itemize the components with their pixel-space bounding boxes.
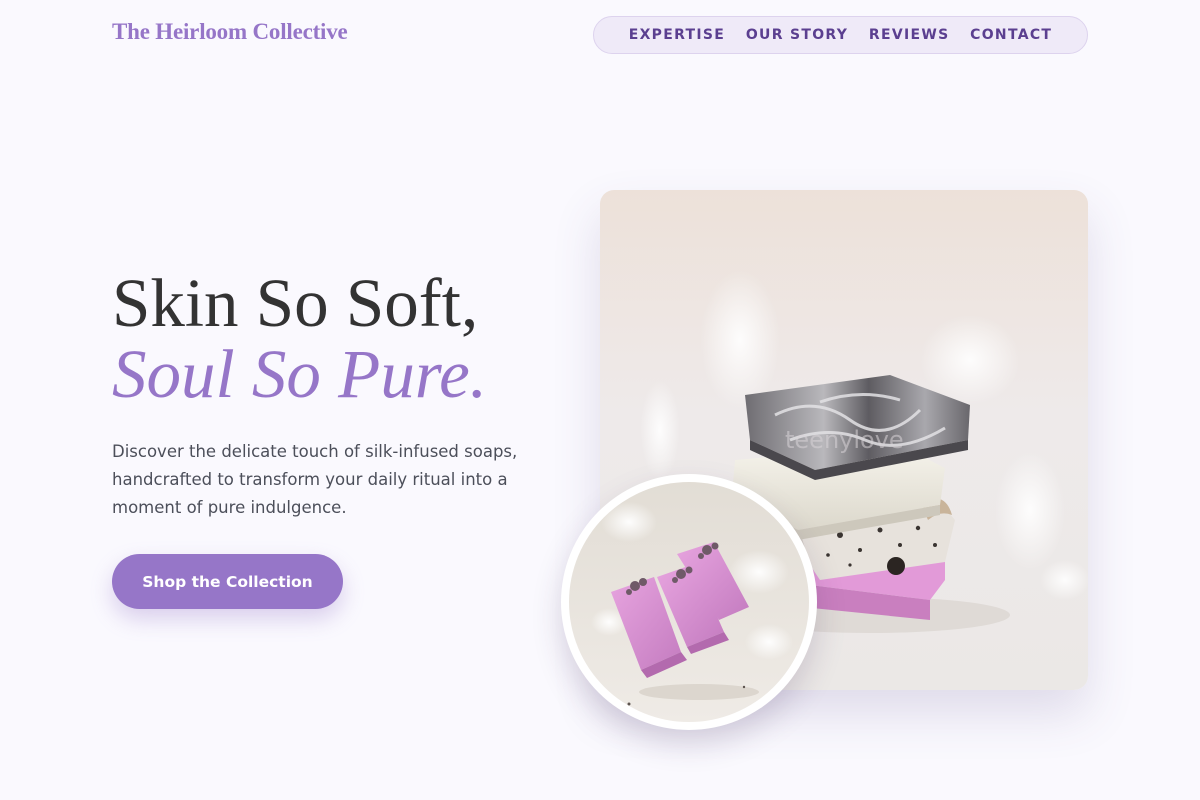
main-nav: EXPERTISE OUR STORY REVIEWS CONTACT [593, 16, 1088, 54]
nav-item-our-story[interactable]: OUR STORY [746, 27, 848, 43]
nav-item-contact[interactable]: CONTACT [970, 27, 1052, 43]
brand-logo[interactable]: The Heirloom Collective [112, 19, 348, 45]
svg-text:teenylove: teenylove [785, 426, 904, 454]
hero-headline-line1: Skin So Soft, [112, 265, 479, 341]
nav-item-expertise[interactable]: EXPERTISE [629, 27, 725, 43]
hero-description: Discover the delicate touch of silk-infu… [112, 442, 518, 517]
nav-item-reviews[interactable]: REVIEWS [869, 27, 950, 43]
hero-headline: Skin So Soft, Soul So Pure. [112, 268, 487, 410]
hero-headline-line2: Soul So Pure. [112, 336, 487, 412]
shop-collection-button[interactable]: Shop the Collection [112, 554, 343, 609]
lavender-soap-inset-image [561, 474, 817, 730]
